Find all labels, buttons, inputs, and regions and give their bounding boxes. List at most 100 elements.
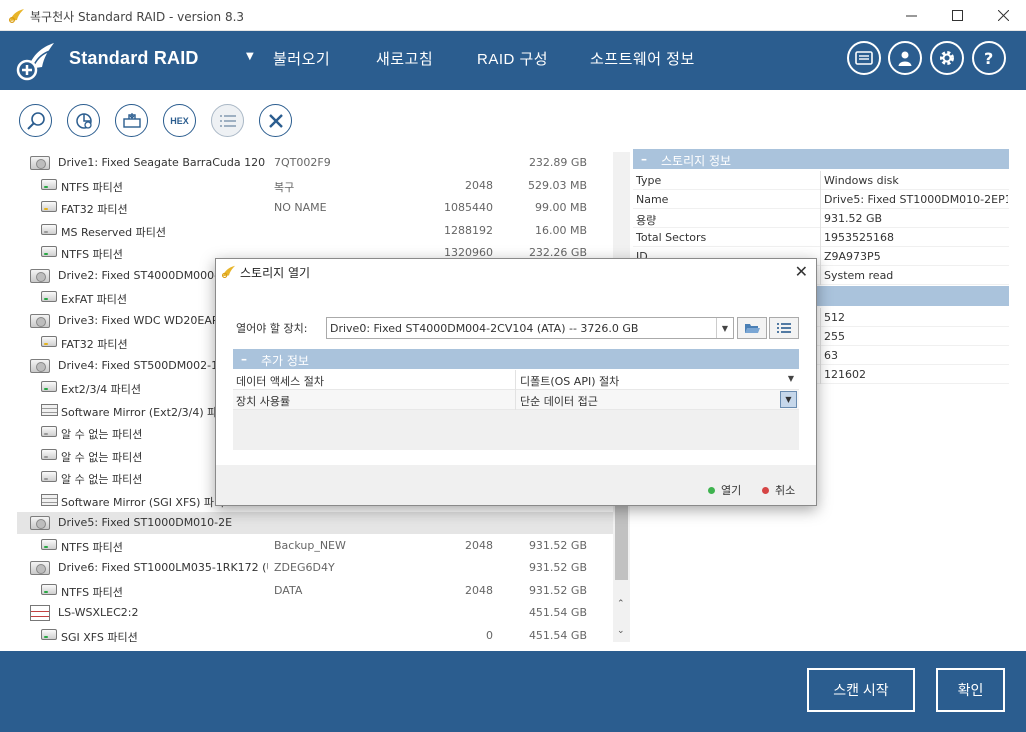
property-value: 931.52 GB: [824, 212, 883, 225]
column-divider: [820, 190, 821, 209]
scroll-down-icon[interactable]: ⌄: [617, 626, 625, 636]
chevron-down-icon[interactable]: ▼: [780, 391, 797, 408]
ok-button[interactable]: 확인: [936, 668, 1005, 712]
device-list-button[interactable]: [769, 317, 799, 339]
tree-item-name: Drive2: Fixed ST4000DM000-1F: [58, 268, 232, 282]
hard-drive-icon: [30, 156, 50, 170]
dialog-close-icon[interactable]: ✕: [795, 262, 808, 281]
drive-row[interactable]: Drive1: Fixed Seagate BarraCuda 120 SS..…: [17, 152, 613, 174]
partition-icon: [41, 223, 57, 235]
tree-item-name: Drive3: Fixed WDC WD20EARX-: [58, 313, 231, 327]
tree-item-name: Drive4: Fixed ST500DM002-1BD: [58, 358, 235, 372]
menu-load[interactable]: 불러오기: [273, 48, 330, 69]
access-method-row[interactable]: 데이터 액세스 절차 디폴트(OS API) 절차 ▼: [233, 370, 799, 390]
hex-button[interactable]: HEX: [163, 104, 196, 137]
device-usage-value: 단순 데이터 접근: [520, 395, 598, 408]
property-row: Type Windows disk: [633, 171, 1009, 190]
analyze-button[interactable]: [67, 104, 100, 137]
collapse-icon[interactable]: –: [641, 152, 647, 166]
property-row: Total Sectors 1953525168: [633, 228, 1009, 247]
column-divider: [820, 365, 821, 384]
menu-refresh[interactable]: 새로고침: [376, 48, 433, 69]
open-dot-icon: [708, 486, 715, 494]
open-storage-dialog: 스토리지 열기 ✕ 열어야 할 장치: Drive0: Fixed ST4000…: [215, 258, 817, 506]
partition-row[interactable]: FAT32 파티션 NO NAME 1085440 99.00 MB: [17, 197, 613, 219]
search-icon: [26, 111, 45, 130]
tree-item-label: ZDEG6D4Y: [274, 561, 335, 574]
header-settings-button[interactable]: [930, 41, 964, 75]
tree-item-label: Backup_NEW: [274, 538, 346, 552]
partition-row[interactable]: NTFS 파티션 DATA 2048 931.52 GB: [17, 580, 613, 602]
tree-item-start: 2048: [465, 178, 493, 192]
menu-raid-config[interactable]: RAID 구성: [477, 48, 548, 69]
footer-bar: 스캔 시작 확인: [0, 651, 1026, 732]
scan-start-button[interactable]: 스캔 시작: [807, 668, 915, 712]
device-usage-row[interactable]: 장치 사용률 단순 데이터 접근 ▼: [233, 390, 799, 410]
additional-info-title: 추가 정보: [261, 354, 309, 368]
partition-icon: [41, 246, 57, 257]
dialog-title: 스토리지 열기: [240, 266, 311, 280]
column-divider: [820, 228, 821, 247]
toolbar: HEX: [0, 90, 1026, 152]
window-title: 복구천사 Standard RAID - version 8.3: [30, 10, 245, 24]
property-value: 121602: [824, 368, 866, 381]
tree-item-name: NTFS 파티션: [61, 248, 123, 261]
chevron-down-icon[interactable]: ▼: [788, 374, 794, 383]
minimize-icon: [905, 15, 917, 17]
property-row: 용량 931.52 GB: [633, 209, 1009, 228]
tree-item-name: Software Mirror (SGI XFS) 파티: [61, 495, 225, 509]
additional-info-header[interactable]: – 추가 정보: [233, 349, 799, 369]
scrollbar-thumb[interactable]: [615, 500, 628, 580]
image-button[interactable]: [115, 104, 148, 137]
partition-icon: [41, 201, 57, 212]
tree-item-name: ExFAT 파티션: [61, 293, 128, 306]
column-divider: [515, 390, 516, 410]
storage-info-header[interactable]: – 스토리지 정보: [633, 149, 1009, 169]
partition-row[interactable]: NTFS 파티션 Backup_NEW 2048 931.52 GB: [17, 535, 613, 557]
logo-icon: [16, 43, 54, 81]
partition-row[interactable]: NTFS 파티션 복구 2048 529.03 MB: [17, 175, 613, 197]
partition-icon: [41, 178, 57, 190]
device-select[interactable]: Drive0: Fixed ST4000DM004-2CV104 (ATA) -…: [326, 317, 734, 339]
browse-folder-button[interactable]: [737, 317, 767, 339]
cancel-dot-icon: [762, 486, 769, 494]
user-icon: [898, 51, 912, 66]
property-key: 용량: [636, 214, 657, 227]
column-divider: [820, 346, 821, 365]
menu-software-info[interactable]: 소프트웨어 정보: [590, 48, 695, 69]
partition-icon: [41, 448, 57, 460]
header-news-button[interactable]: [847, 41, 881, 75]
info-area: [233, 410, 799, 450]
open-button[interactable]: 열기: [708, 482, 741, 498]
partition-row[interactable]: MS Reserved 파티션 1288192 16.00 MB: [17, 220, 613, 242]
property-row: Name Drive5: Fixed ST1000DM010-2EP102: [633, 190, 1009, 209]
minimize-button[interactable]: [888, 0, 934, 31]
partition-row[interactable]: SGI XFS 파티션 0 451.54 GB: [17, 625, 613, 642]
list-button[interactable]: [211, 104, 244, 137]
tree-item-name: NTFS 파티션: [61, 585, 123, 599]
storage-info-title: 스토리지 정보: [661, 154, 732, 168]
drive-row[interactable]: Drive6: Fixed ST1000LM035-1RK172 (US... Z…: [17, 557, 613, 579]
list-icon: [219, 114, 236, 127]
property-key: Name: [636, 193, 669, 206]
header-account-button[interactable]: [888, 41, 922, 75]
tree-item-size: 451.54 GB: [528, 628, 587, 642]
collapse-icon[interactable]: –: [241, 352, 247, 366]
gear-icon: [940, 51, 954, 65]
scroll-up-icon[interactable]: ⌃: [617, 599, 625, 609]
folder-open-icon: [745, 324, 760, 333]
tree-item-name: Drive5: Fixed ST1000DM010-2E: [58, 516, 233, 529]
maximize-button[interactable]: [934, 0, 980, 31]
tree-item-name: Software Mirror (Ext2/3/4) 파티: [61, 405, 228, 419]
chevron-down-icon[interactable]: ▼: [716, 318, 733, 338]
close-window-button[interactable]: [980, 0, 1026, 31]
drive-row[interactable]: Drive5: Fixed ST1000DM010-2E: [17, 512, 613, 534]
remove-button[interactable]: [259, 104, 292, 137]
header-help-button[interactable]: ?: [972, 41, 1006, 75]
tree-item-size: 931.52 GB: [528, 561, 587, 574]
cancel-button[interactable]: 취소: [762, 482, 795, 498]
search-button[interactable]: [19, 104, 52, 137]
menu-dropdown-icon[interactable]: ▼: [246, 51, 254, 62]
drive-row[interactable]: LS-WSXLEC2:2 451.54 GB: [17, 602, 613, 624]
list-icon: [777, 323, 791, 333]
